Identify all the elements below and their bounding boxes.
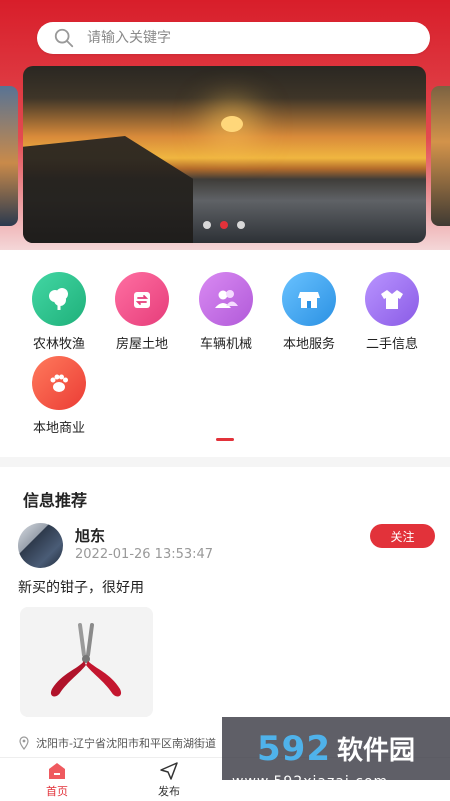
watermark-url: www.592xiazai.com — [232, 774, 389, 790]
category-secondhand[interactable]: 二手信息 — [350, 272, 434, 352]
carousel-dot[interactable] — [203, 221, 211, 229]
category-icon-bg — [199, 272, 253, 326]
post-location: 沈阳市-辽宁省沈阳市和平区南湖街道 — [18, 735, 216, 751]
banner-next-peek[interactable] — [431, 86, 450, 226]
search-input[interactable] — [85, 29, 389, 47]
carousel-dot-active[interactable] — [220, 221, 228, 229]
search-icon — [54, 28, 74, 48]
banner-sun — [221, 116, 243, 132]
send-icon — [160, 762, 178, 780]
category-icon-bg — [32, 356, 86, 410]
post-time: 2022-01-26 13:53:47 — [75, 547, 214, 562]
shop-icon — [298, 292, 320, 308]
category-label: 二手信息 — [365, 337, 418, 352]
category-label: 车辆机械 — [199, 337, 252, 352]
category-icon-bg — [32, 272, 86, 326]
carousel-dot[interactable] — [237, 221, 245, 229]
tab-publish[interactable]: 发布 — [134, 758, 204, 801]
recommend-feed: 信息推荐 旭东 2022-01-26 13:53:47 关注 新买的钳子，很好用… — [0, 467, 450, 757]
category-label: 农林牧渔 — [32, 337, 85, 352]
category-icon-bg — [115, 272, 169, 326]
carousel-dots — [203, 221, 245, 229]
banner-prev-peek[interactable] — [0, 86, 18, 226]
watermark: 592 软件园 — [222, 717, 450, 780]
users-icon — [215, 290, 238, 308]
pliers-image — [20, 607, 153, 717]
category-housing[interactable]: 房屋土地 — [100, 272, 184, 352]
category-icon-bg — [365, 272, 419, 326]
tree-icon — [49, 288, 68, 310]
feed-title: 信息推荐 — [23, 491, 88, 510]
location-pin-icon — [19, 736, 29, 750]
category-local-business[interactable]: 本地商业 — [17, 356, 101, 436]
home-icon — [49, 763, 65, 779]
category-label: 本地商业 — [32, 421, 85, 436]
category-label: 本地服务 — [282, 337, 335, 352]
follow-button[interactable]: 关注 — [370, 524, 435, 548]
tab-home[interactable]: 首页 — [22, 758, 92, 801]
avatar[interactable] — [18, 523, 63, 568]
category-local-service[interactable]: 本地服务 — [267, 272, 351, 352]
location-text: 沈阳市-辽宁省沈阳市和平区南湖街道 — [36, 737, 216, 750]
category-icon-bg — [282, 272, 336, 326]
category-label: 房屋土地 — [115, 337, 168, 352]
paw-icon — [50, 374, 68, 392]
post-text[interactable]: 新买的钳子，很好用 — [18, 577, 144, 597]
banner-carousel[interactable] — [23, 66, 426, 243]
poster-name[interactable]: 旭东 — [75, 525, 105, 546]
watermark-brand: 592 — [257, 728, 331, 769]
category-grid: 农林牧渔 房屋土地 车辆机械 本地服务 二手信息 本地商业 — [0, 250, 450, 457]
post-image[interactable] — [20, 607, 153, 717]
house-transfer-icon — [134, 292, 150, 308]
tab-label: 发布 — [158, 785, 180, 798]
category-farming[interactable]: 农林牧渔 — [17, 272, 101, 352]
watermark-name: 软件园 — [336, 736, 415, 766]
tab-label: 首页 — [46, 785, 68, 798]
category-vehicles[interactable]: 车辆机械 — [184, 272, 268, 352]
banner-shore — [23, 136, 193, 243]
search-bar[interactable] — [37, 22, 430, 54]
category-page-indicator — [216, 438, 234, 441]
shirt-icon — [381, 290, 403, 309]
